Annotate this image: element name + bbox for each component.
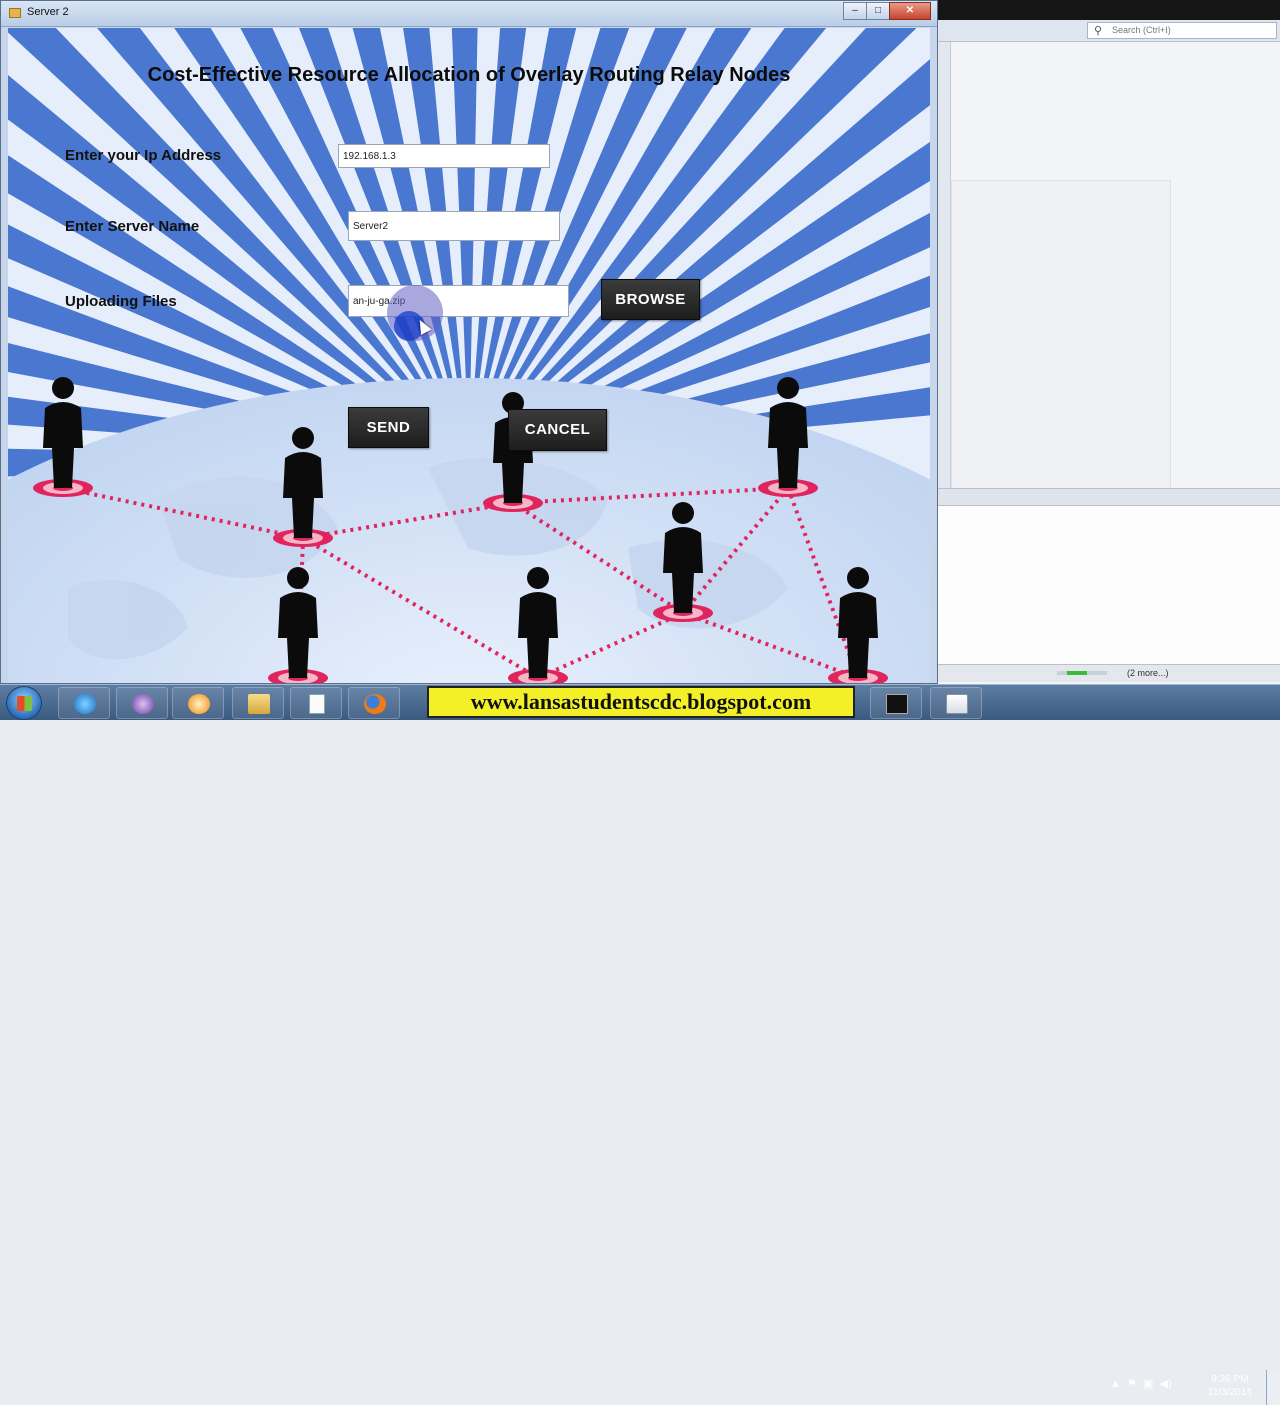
internet-explorer-icon: [74, 694, 96, 714]
console-icon: [886, 694, 908, 714]
ide-search-input[interactable]: ⚲ Search (Ctrl+I): [1087, 22, 1277, 39]
search-icon: ⚲: [1094, 25, 1103, 37]
java-app-icon: [9, 8, 21, 18]
taskbar-java[interactable]: [930, 687, 982, 719]
ide-top-bar: [937, 0, 1280, 20]
firefox-icon: [364, 694, 386, 714]
window-client-area: Cost-Effective Resource Allocation of Ov…: [8, 28, 930, 683]
ide-search-bar: ⚲ Search (Ctrl+I): [937, 20, 1280, 42]
clock-date: 11/3/2014: [1208, 1387, 1252, 1398]
document-icon: [309, 694, 325, 714]
ide-status-bar: (2 more...): [937, 664, 1280, 682]
system-tray: ▲ ⚑ ▣ ◀): [1110, 1377, 1172, 1390]
background-ide-window: ⚲ Search (Ctrl+I) (2 more...): [936, 0, 1280, 684]
ip-address-input[interactable]: 192.168.1.3: [338, 144, 550, 168]
cancel-button[interactable]: CANCEL: [508, 409, 607, 451]
folder-icon: [248, 694, 270, 714]
window-controls: – □ ✕: [843, 2, 931, 20]
volume-icon[interactable]: ◀): [1160, 1378, 1172, 1390]
taskbar-explorer[interactable]: [232, 687, 284, 719]
taskbar-media-center[interactable]: [116, 687, 168, 719]
window-title: Server 2: [27, 6, 69, 18]
media-player-icon: [188, 694, 210, 714]
ide-output-area: [937, 506, 1280, 664]
file-path-input[interactable]: an-ju-ga.zip: [348, 285, 569, 317]
flag-icon[interactable]: ⚑: [1127, 1378, 1137, 1390]
minimize-button[interactable]: –: [843, 2, 867, 20]
network-background-image: [8, 28, 930, 683]
start-button[interactable]: [6, 686, 42, 720]
show-desktop-button[interactable]: [1266, 1370, 1280, 1405]
taskbar-ie[interactable]: [58, 687, 110, 719]
windows-logo-icon: [17, 696, 32, 711]
maximize-button[interactable]: □: [866, 2, 890, 20]
send-button[interactable]: SEND: [348, 407, 429, 448]
media-center-icon: [132, 694, 154, 714]
taskbar-clock[interactable]: 9:26 PM 11/3/2014: [1200, 1373, 1260, 1399]
window-titlebar[interactable]: Server 2 – □ ✕: [1, 1, 937, 27]
browse-button[interactable]: BROWSE: [601, 279, 700, 320]
watermark-banner: www.lansastudentscdc.blogspot.com: [427, 686, 855, 718]
app-heading: Cost-Effective Resource Allocation of Ov…: [147, 64, 791, 86]
taskbar-media-player[interactable]: [172, 687, 224, 719]
taskbar-console[interactable]: [870, 687, 922, 719]
ide-output-header: [937, 488, 1280, 506]
ide-search-placeholder: Search (Ctrl+I): [1112, 25, 1171, 35]
ide-progress-bar: [1057, 671, 1107, 675]
clock-time: 9:26 PM: [1211, 1374, 1249, 1385]
ip-address-label: Enter your Ip Address: [65, 147, 222, 164]
close-button[interactable]: ✕: [889, 2, 931, 20]
taskbar-notepad[interactable]: [290, 687, 342, 719]
network-icon[interactable]: ▣: [1143, 1378, 1153, 1390]
taskbar-firefox[interactable]: [348, 687, 400, 719]
tray-arrow-icon[interactable]: ▲: [1110, 1378, 1121, 1390]
ide-status-more[interactable]: (2 more...): [1127, 668, 1169, 678]
server-window: Server 2 – □ ✕ Cost-Effective Resource A…: [0, 0, 938, 684]
uploading-files-label: Uploading Files: [65, 293, 177, 310]
server-name-label: Enter Server Name: [65, 218, 200, 235]
ide-faded-panel: [951, 180, 1171, 490]
server-name-input[interactable]: Server2: [348, 211, 560, 241]
java-icon: [946, 694, 968, 714]
